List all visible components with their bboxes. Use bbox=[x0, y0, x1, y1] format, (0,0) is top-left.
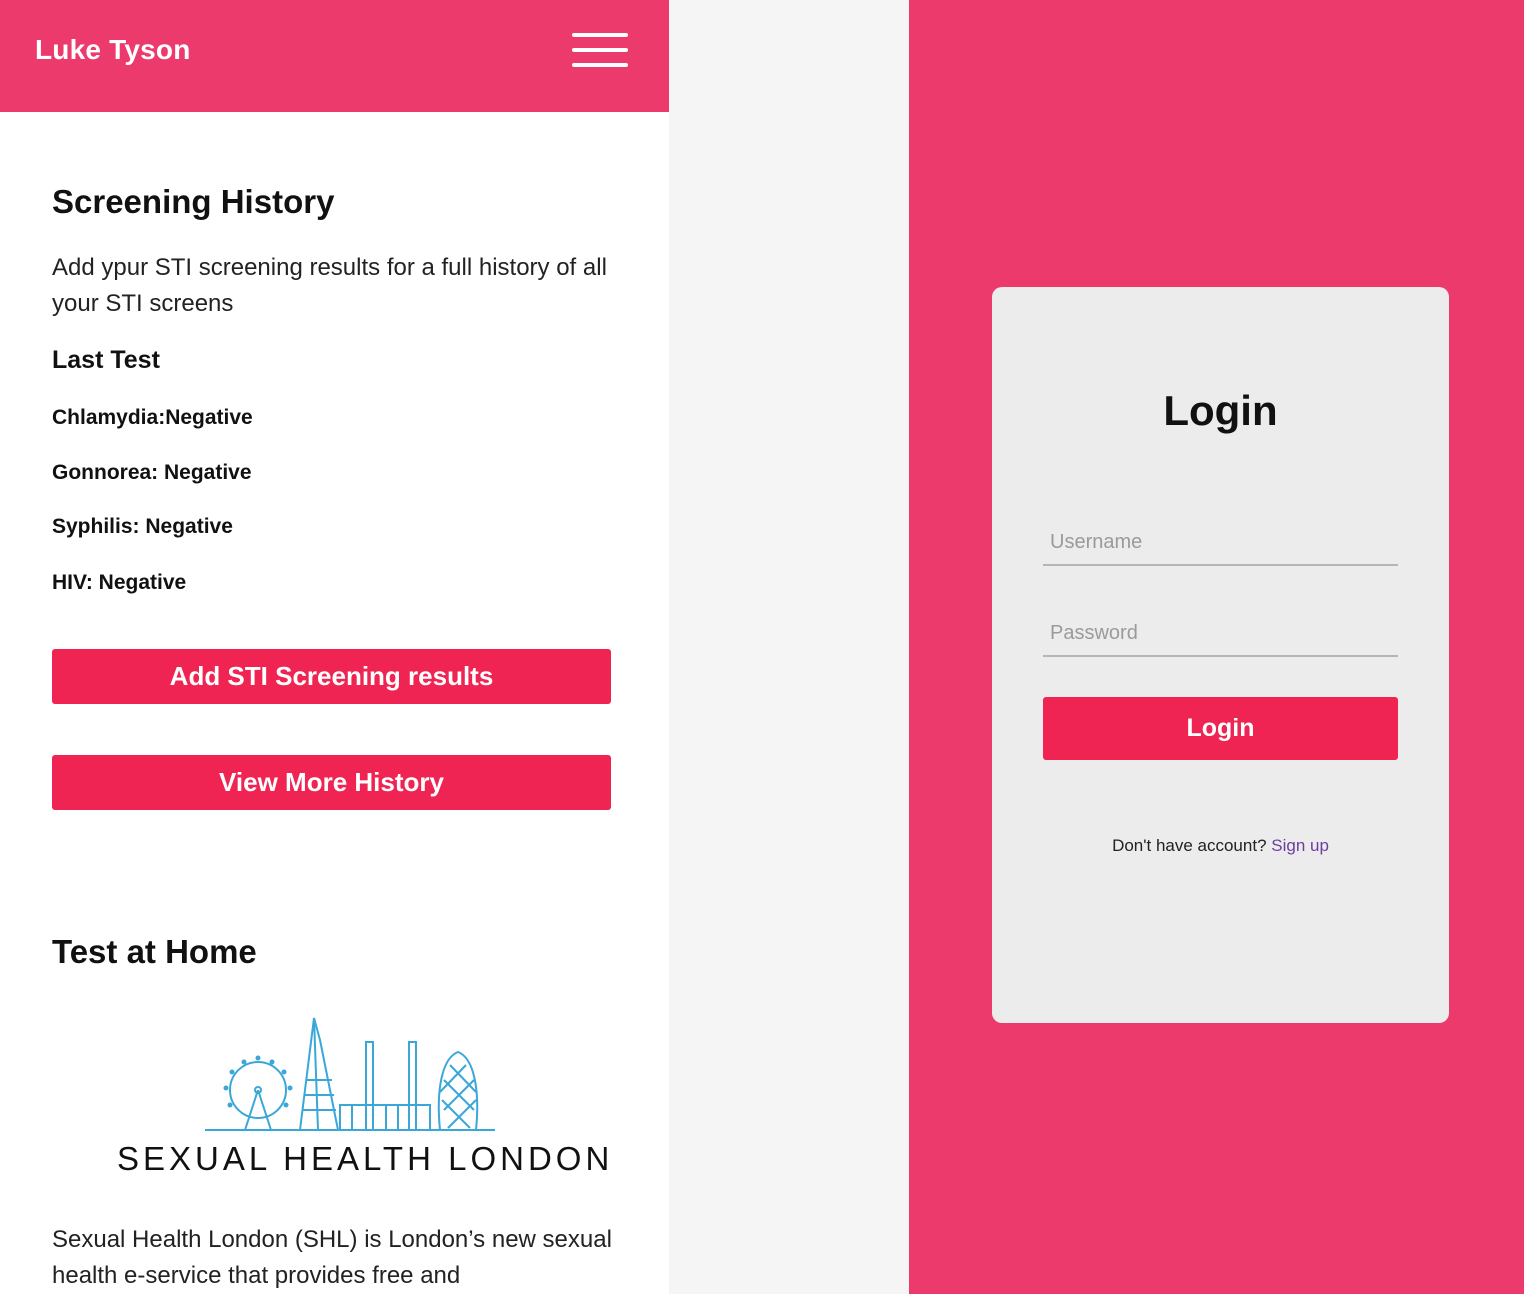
result-chlamydia: Chlamydia:Negative bbox=[52, 406, 253, 429]
app-header: Luke Tyson bbox=[0, 0, 669, 112]
login-screen: Login Login Don't have account? Sign up bbox=[909, 0, 1524, 1294]
screening-screen: Luke Tyson Screening History Add ypur ST… bbox=[0, 0, 669, 1294]
login-card: Login Login Don't have account? Sign up bbox=[992, 287, 1449, 1023]
user-name: Luke Tyson bbox=[35, 34, 191, 65]
london-skyline-logo-icon bbox=[205, 1017, 495, 1131]
divider-gap bbox=[669, 0, 909, 1294]
signup-prompt: Don't have account? Sign up bbox=[992, 836, 1449, 856]
result-syphilis: Syphilis: Negative bbox=[52, 515, 233, 538]
shl-description: Sexual Health London (SHL) is London’s n… bbox=[52, 1226, 612, 1289]
login-title: Login bbox=[1163, 387, 1278, 434]
signup-link[interactable]: Sign up bbox=[1271, 836, 1329, 855]
view-more-history-button[interactable]: View More History bbox=[52, 755, 611, 810]
no-account-text: Don't have account? bbox=[1112, 836, 1267, 855]
login-button[interactable]: Login bbox=[1043, 697, 1398, 760]
add-sti-results-button[interactable]: Add STI Screening results bbox=[52, 649, 611, 704]
logo-wordmark: SEXUAL HEALTH LONDON bbox=[117, 1140, 614, 1177]
screening-description: Add ypur STI screening results for a ful… bbox=[52, 254, 607, 317]
result-gonorrhea: Gonnorea: Negative bbox=[52, 461, 252, 484]
hamburger-menu-icon[interactable] bbox=[572, 33, 628, 67]
password-input[interactable] bbox=[1043, 611, 1398, 657]
screening-history-title: Screening History bbox=[52, 183, 335, 220]
username-input[interactable] bbox=[1043, 520, 1398, 566]
result-hiv: HIV: Negative bbox=[52, 571, 187, 594]
test-at-home-title: Test at Home bbox=[52, 933, 257, 970]
last-test-heading: Last Test bbox=[52, 346, 160, 374]
